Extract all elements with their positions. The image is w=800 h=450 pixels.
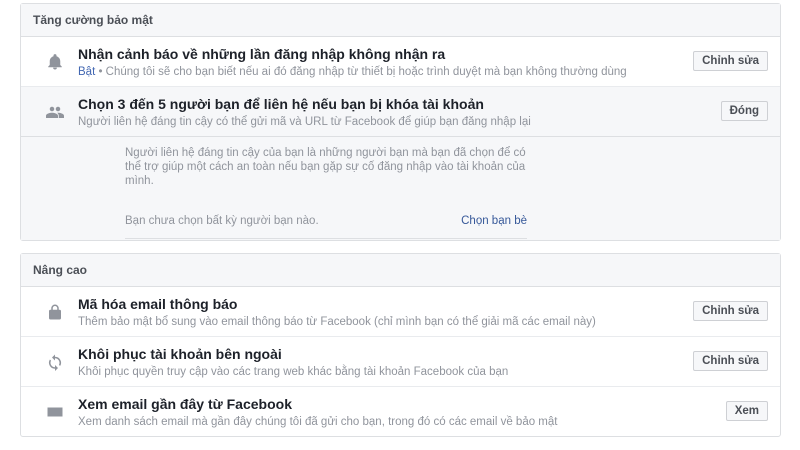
trusted-contacts-desc: Người liên hệ đáng tin cậy có thể gửi mã… bbox=[78, 116, 531, 128]
security-panel: Tăng cường bảo mật Nhận cảnh báo về nhữn… bbox=[20, 3, 781, 241]
login-alerts-desc-text: • Chúng tôi sẽ cho bạn biết nếu ai đó đă… bbox=[95, 66, 627, 78]
security-panel-header: Tăng cường bảo mật bbox=[21, 4, 780, 37]
recover-external-title: Khôi phục tài khoản bên ngoài bbox=[78, 346, 282, 362]
advanced-panel: Nâng cao Mã hóa email thông báo Thêm bảo… bbox=[20, 253, 781, 437]
encrypt-email-title: Mã hóa email thông báo bbox=[78, 296, 238, 312]
login-alerts-status: Bật bbox=[78, 66, 96, 78]
bell-icon bbox=[45, 52, 65, 72]
recover-external-row: Khôi phục tài khoản bên ngoài Khôi phục … bbox=[21, 337, 780, 387]
trusted-contacts-title: Chọn 3 đến 5 người bạn để liên hệ nếu bạ… bbox=[78, 96, 484, 112]
trusted-contacts-explainer: Người liên hệ đáng tin cậy của bạn là nh… bbox=[125, 146, 527, 188]
trusted-contacts-explainer-text: Người liên hệ đáng tin cậy của bạn là nh… bbox=[125, 147, 526, 187]
recover-external-desc: Khôi phục quyền truy cập vào các trang w… bbox=[78, 366, 509, 378]
refresh-icon bbox=[45, 352, 65, 372]
trusted-contacts-expanded: Người liên hệ đáng tin cậy của bạn là nh… bbox=[21, 137, 780, 240]
encrypt-email-edit-button[interactable]: Chỉnh sửa bbox=[693, 301, 768, 321]
advanced-panel-title: Nâng cao bbox=[33, 263, 88, 277]
login-alerts-desc: Bật • Chúng tôi sẽ cho bạn biết nếu ai đ… bbox=[78, 66, 627, 78]
recent-emails-title: Xem email gần đây từ Facebook bbox=[78, 396, 292, 412]
advanced-panel-header: Nâng cao bbox=[21, 254, 780, 287]
recent-emails-row: Xem email gần đây từ Facebook Xem danh s… bbox=[21, 387, 780, 437]
envelope-icon bbox=[45, 402, 65, 422]
lock-icon bbox=[45, 302, 65, 322]
login-alerts-row: Nhận cảnh báo về những lần đăng nhập khô… bbox=[21, 37, 780, 87]
recover-external-edit-button[interactable]: Chỉnh sửa bbox=[693, 351, 768, 371]
friends-icon bbox=[45, 102, 65, 122]
recent-emails-desc: Xem danh sách email mà gần đây chúng tôi… bbox=[78, 416, 558, 428]
choose-friends-link[interactable]: Chọn bạn bè bbox=[461, 215, 527, 227]
security-panel-title: Tăng cường bảo mật bbox=[33, 13, 153, 27]
no-friends-text: Bạn chưa chọn bất kỳ người bạn nào. bbox=[125, 215, 319, 227]
login-alerts-edit-button[interactable]: Chỉnh sửa bbox=[693, 51, 768, 71]
recent-emails-view-button[interactable]: Xem bbox=[725, 401, 768, 421]
encrypt-email-row: Mã hóa email thông báo Thêm bảo mật bổ s… bbox=[21, 287, 780, 337]
trusted-contacts-close-button[interactable]: Đóng bbox=[720, 101, 768, 121]
trusted-contacts-row: Chọn 3 đến 5 người bạn để liên hệ nếu bạ… bbox=[21, 87, 780, 137]
login-alerts-title: Nhận cảnh báo về những lần đăng nhập khô… bbox=[78, 46, 446, 62]
trusted-contacts-selection: Bạn chưa chọn bất kỳ người bạn nào. Chọn… bbox=[125, 209, 527, 239]
encrypt-email-desc: Thêm bảo mật bổ sung vào email thông báo… bbox=[78, 316, 596, 328]
